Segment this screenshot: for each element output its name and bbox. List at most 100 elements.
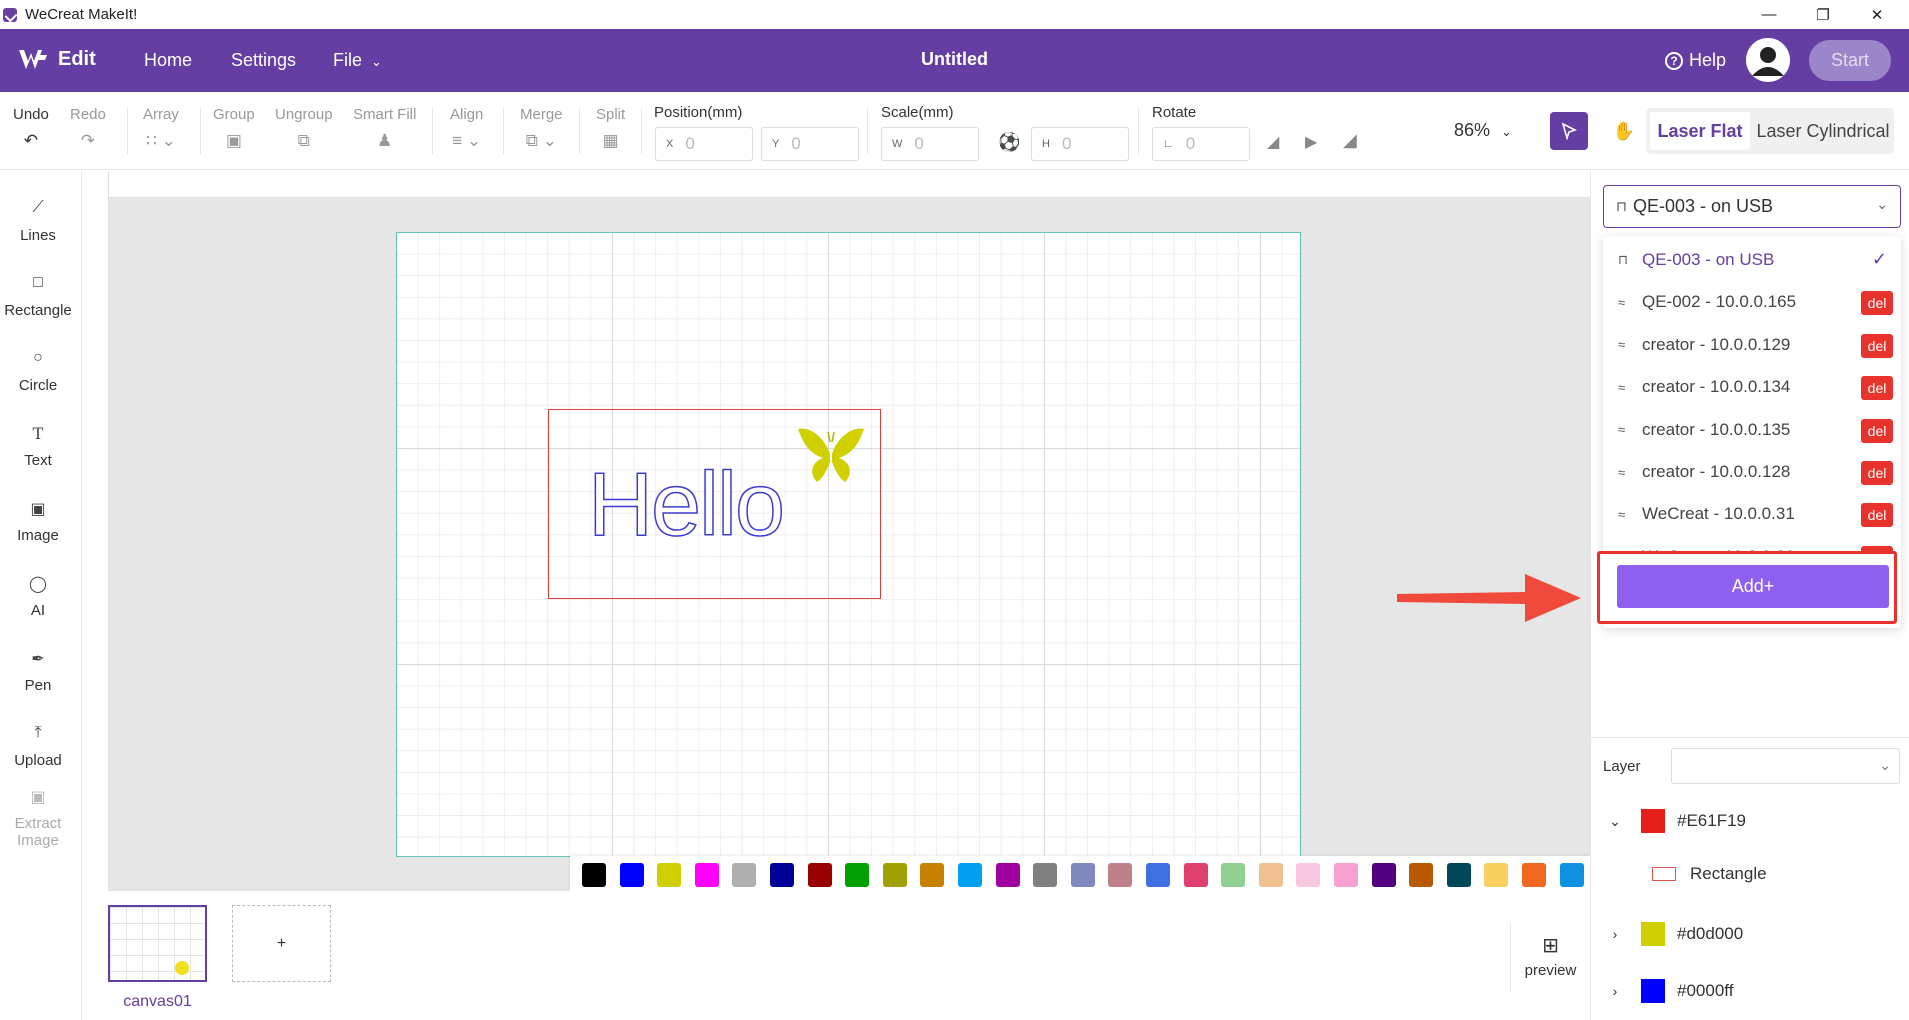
palette-swatch[interactable] [807,863,832,887]
zoom-dropdown[interactable]: 86% ⌄ [1454,120,1512,141]
pen-tool[interactable]: ✒ Pen [0,649,76,694]
delete-device-button[interactable]: del [1861,291,1893,316]
laser-cylindrical-tab[interactable]: Laser Cylindrical [1756,112,1890,150]
layer-color-swatch[interactable] [1641,922,1665,946]
palette-swatch[interactable] [657,863,682,887]
position-x-input[interactable]: X 0 [655,127,753,161]
layer-group-red[interactable]: ⌄ #E61F19 [1603,806,1903,836]
smart-fill-button[interactable]: Smart Fill ♟ [353,106,416,151]
palette-swatch[interactable] [1409,863,1434,887]
minimize-button[interactable]: — [1742,0,1796,29]
palette-swatch[interactable] [770,863,794,887]
palette-swatch[interactable] [920,863,945,887]
flip-vertical-icon[interactable]: ▶ [1305,132,1317,152]
palette-swatch[interactable] [1108,863,1133,887]
palette-swatch[interactable] [1070,863,1095,887]
palette-swatch[interactable] [1296,863,1321,887]
merge-button[interactable]: Merge ⧉ ⌄ [520,106,563,151]
add-device-button[interactable]: Add+ [1617,565,1889,608]
layer-group-yellow[interactable]: › #d0d000 [1603,919,1903,949]
chevron-down-icon[interactable]: ⌄ [1603,813,1627,830]
canvas-thumbnail-label[interactable]: canvas01 [108,993,207,1011]
pan-tool-button[interactable]: ✋ [1605,112,1643,150]
device-list-item[interactable]: ≈ creator - 10.0.0.129 del [1603,324,1901,366]
palette-swatch[interactable] [1446,863,1471,887]
device-list-item[interactable]: ⊓ QE-003 - on USB ✓ [1603,239,1901,281]
delete-device-button[interactable]: del [1861,461,1893,485]
layer-group-blue[interactable]: › #0000ff [1603,976,1903,1006]
group-button[interactable]: Group ▣ [213,106,255,151]
close-button[interactable]: ✕ [1850,0,1904,29]
palette-swatch[interactable] [1033,863,1058,887]
nav-home[interactable]: Home [144,50,192,71]
laser-flat-tab[interactable]: Laser Flat [1650,112,1750,150]
butterfly-shape[interactable] [795,424,867,486]
device-list-item[interactable]: ≈ creator - 10.0.0.135 del [1603,409,1901,451]
hello-text-object[interactable]: Hello [587,459,786,551]
rotate-input[interactable]: ∟ 0 [1152,127,1250,161]
layer-select[interactable]: ⌄ [1671,748,1900,784]
lock-ratio-icon[interactable]: ⚽ [998,132,1020,153]
scale-w-input[interactable]: W 0 [881,127,979,161]
array-button[interactable]: Array ∷ ⌄ [143,106,179,151]
delete-device-button[interactable]: del [1861,503,1893,528]
undo-button[interactable]: Undo ↶ [13,106,49,151]
palette-swatch[interactable] [1371,863,1396,887]
layer-item-rectangle[interactable]: Rectangle [1652,864,1767,884]
align-button[interactable]: Align ≡ ⌄ [450,106,483,151]
palette-swatch[interactable] [1258,863,1283,887]
select-tool-button[interactable] [1550,112,1588,150]
palette-swatch[interactable] [882,863,907,887]
redo-button[interactable]: Redo ↷ [70,106,106,151]
device-select[interactable]: ⊓ QE-003 - on USB ⌄ [1603,185,1901,228]
palette-swatch[interactable] [694,863,719,887]
palette-swatch[interactable] [845,863,870,887]
maximize-button[interactable]: ❐ [1796,0,1850,29]
delete-device-button[interactable]: del [1861,376,1893,401]
user-avatar[interactable] [1746,38,1790,82]
split-button[interactable]: Split ▦ [596,106,625,151]
palette-swatch[interactable] [619,863,644,887]
layer-color-swatch[interactable] [1641,979,1665,1003]
palette-swatch[interactable] [582,863,606,887]
device-list-item[interactable]: ≈ creator - 10.0.0.128 del [1603,451,1901,493]
ungroup-button[interactable]: Ungroup ⧉ [275,106,333,151]
palette-swatch[interactable] [995,863,1020,887]
canvas-thumbnail[interactable] [108,905,207,982]
flip-horizontal-icon[interactable]: ◢ [1267,132,1279,152]
palette-swatch[interactable] [1522,863,1546,887]
delete-device-button[interactable]: del [1861,418,1893,443]
palette-swatch[interactable] [1221,863,1246,887]
scale-h-input[interactable]: H 0 [1031,127,1129,161]
circle-tool[interactable]: ○ Circle [0,349,76,394]
palette-swatch[interactable] [1183,863,1208,887]
text-tool[interactable]: T Text [0,424,76,469]
chevron-right-icon[interactable]: › [1603,983,1627,999]
help-button[interactable]: ? Help [1665,50,1726,71]
palette-swatch[interactable] [732,863,757,887]
device-list-item[interactable]: ≈ QE-002 - 10.0.0.165 del [1603,281,1901,323]
position-y-input[interactable]: Y 0 [761,127,859,161]
upload-tool[interactable]: ⤒ Upload [0,724,76,769]
palette-swatch[interactable] [1146,863,1170,887]
preview-button[interactable]: ⊞ preview [1510,923,1590,993]
layer-color-swatch[interactable] [1641,809,1665,833]
palette-swatch[interactable] [1334,863,1358,887]
delete-device-button[interactable]: del [1861,333,1893,358]
rectangle-tool[interactable]: □ Rectangle [0,274,76,319]
palette-swatch[interactable] [958,863,982,887]
start-button[interactable]: Start [1809,40,1891,81]
nav-file[interactable]: File ⌄ [333,50,382,71]
ai-tool[interactable]: ◯ AI [0,574,76,619]
nav-settings[interactable]: Settings [231,50,296,71]
chevron-right-icon[interactable]: › [1603,926,1627,942]
palette-swatch[interactable] [1559,863,1584,887]
measure-icon[interactable]: ◢ [1343,130,1357,151]
extract-image-tool[interactable]: ▣ Extract Image [0,787,76,849]
image-tool[interactable]: ▣ Image [0,499,76,544]
palette-swatch[interactable] [1484,863,1509,887]
device-list-item[interactable]: ≈ WeCreat - 10.0.0.31 del [1603,493,1901,535]
device-list-item[interactable]: ≈ creator - 10.0.0.134 del [1603,366,1901,408]
lines-tool[interactable]: ⟋ Lines [0,199,76,244]
add-canvas-button[interactable]: + [232,905,331,982]
